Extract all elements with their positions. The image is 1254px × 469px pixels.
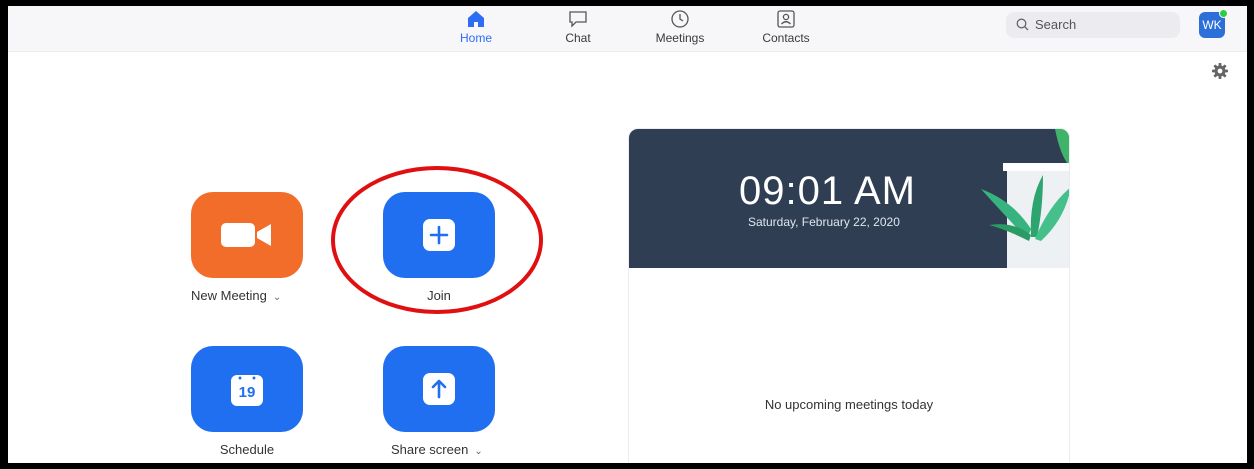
highlight-circle: [331, 166, 543, 314]
clock-date: Saturday, February 22, 2020: [748, 215, 900, 229]
avatar-initials: WK: [1202, 18, 1222, 32]
tab-meetings-label: Meetings: [655, 31, 705, 45]
clock-icon: [671, 10, 689, 28]
gear-icon[interactable]: [1211, 62, 1229, 80]
presence-status-dot: [1219, 9, 1228, 18]
tab-chat-label: Chat: [565, 31, 591, 45]
tab-chat[interactable]: Chat: [538, 9, 618, 45]
video-camera-icon: [221, 223, 271, 247]
new-meeting-button[interactable]: [191, 192, 303, 278]
chevron-down-icon[interactable]: ⌄: [474, 446, 482, 457]
new-meeting-label: New Meeting: [191, 288, 267, 303]
new-meeting-label-row: New Meeting ⌄: [191, 288, 321, 303]
share-screen-label-row: Share screen ⌄: [383, 442, 523, 457]
share-screen-button[interactable]: [383, 346, 495, 432]
contacts-icon: [777, 10, 795, 28]
plant-illustration: [981, 129, 1069, 268]
top-nav-bar: Home Chat Meetings Contacts Search WK: [8, 6, 1247, 52]
calendar-day: 19: [238, 384, 256, 401]
upcoming-meetings-card: 09:01 AM Saturday, February 22, 2020 No …: [628, 128, 1070, 463]
tab-contacts[interactable]: Contacts: [746, 9, 826, 45]
tab-home[interactable]: Home: [436, 9, 516, 45]
search-icon: [1016, 18, 1029, 31]
clock-time: 09:01 AM: [739, 169, 917, 213]
share-screen-label: Share screen: [391, 442, 469, 457]
arrow-up-icon: [423, 373, 455, 405]
schedule-button[interactable]: 19: [191, 346, 303, 432]
no-meetings-message: No upcoming meetings today: [764, 397, 934, 412]
tab-meetings[interactable]: Meetings: [640, 9, 720, 45]
home-icon: [468, 11, 484, 27]
schedule-label: Schedule: [219, 442, 275, 457]
app-window: Home Chat Meetings Contacts Search WK Ne…: [8, 6, 1247, 463]
tab-contacts-label: Contacts: [762, 31, 810, 45]
tab-home-label: Home: [459, 31, 492, 45]
search-placeholder: Search: [1035, 17, 1077, 32]
search-input[interactable]: Search: [1006, 12, 1180, 38]
clock-header: 09:01 AM Saturday, February 22, 2020: [629, 129, 1069, 268]
chevron-down-icon[interactable]: ⌄: [273, 292, 281, 303]
chat-icon: [569, 11, 587, 28]
